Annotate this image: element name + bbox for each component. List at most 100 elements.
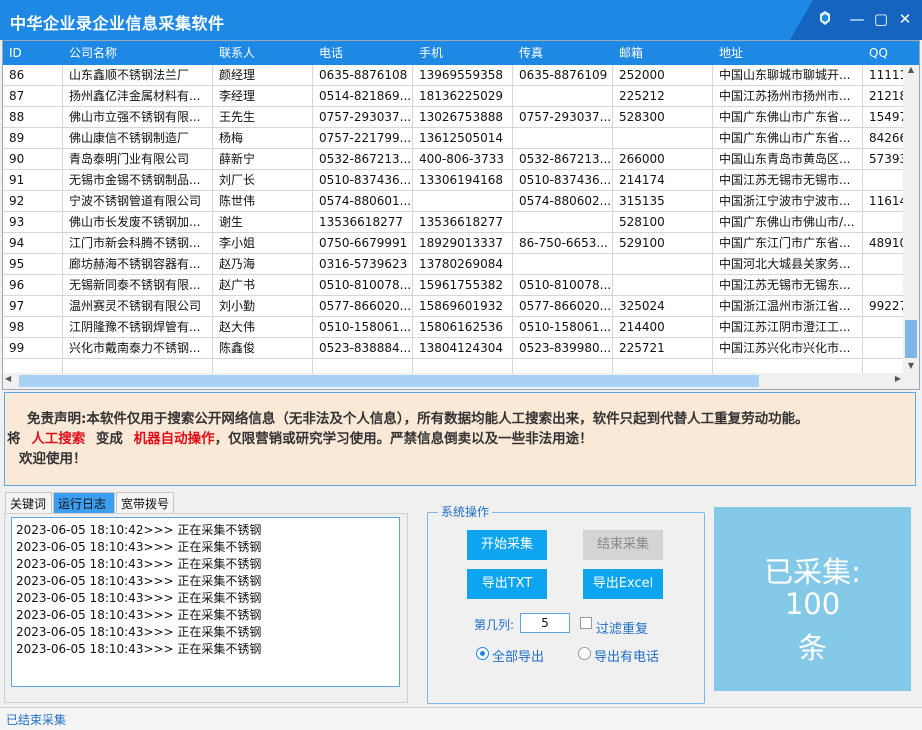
table-row[interactable]: 97 温州赛灵不锈钢有限公司 刘小勤 0577-866020... 1586960193… xyxy=(3,296,907,317)
table-cell: 0514-821869... xyxy=(313,86,413,107)
disclaimer-highlight-manual: 人工搜索 xyxy=(31,431,86,447)
table-cell: 0523-839980... xyxy=(513,338,613,359)
table-cell: 95 xyxy=(3,254,63,275)
disclaimer-panel: 免责声明:本软件仅用于搜索公开网络信息（无非法及个人信息），所有数据均能人工搜索… xyxy=(4,392,916,486)
table-cell: 0510-810078... xyxy=(313,275,413,296)
table-cell: 赵广书 xyxy=(213,275,313,296)
minimize-icon[interactable]: — xyxy=(848,10,866,28)
column-number-input[interactable]: 5 xyxy=(520,613,570,633)
column-header[interactable]: 传真 xyxy=(513,41,613,65)
table-cell: 13612505014 xyxy=(413,128,513,149)
counter-label: 已采集: xyxy=(764,555,861,589)
log-line: 2023-06-05 18:10:43>>> 正在采集不锈钢 xyxy=(16,608,262,622)
table-cell: 0510-158061... xyxy=(313,317,413,338)
table-row[interactable]: 87 扬州鑫亿沣金属材料有... 李经理 0514-821869... 18136225… xyxy=(3,86,907,107)
table-cell: 中国广东江门市广东省... xyxy=(713,233,863,254)
log-line: 2023-06-05 18:10:43>>> 正在采集不锈钢 xyxy=(16,625,262,639)
close-icon[interactable]: ✕ xyxy=(896,10,914,28)
horizontal-scrollbar[interactable]: ◀ ▶ xyxy=(3,373,919,389)
table-row[interactable]: 88 佛山市立强不锈钢有限... 王先生 0757-293037... 13026753… xyxy=(3,107,907,128)
scroll-left-icon[interactable]: ◀ xyxy=(5,374,11,383)
table-cell: 0523-838884... xyxy=(313,338,413,359)
column-header[interactable]: 公司名称 xyxy=(63,41,213,65)
table-cell: 赵乃海 xyxy=(213,254,313,275)
start-collect-button[interactable]: 开始采集 xyxy=(467,530,547,560)
table-row[interactable]: 95 廊坊赫海不锈钢容器有... 赵乃海 0316-5739623 1378026908… xyxy=(3,254,903,275)
dedupe-checkbox[interactable] xyxy=(580,617,592,629)
tab-dialup[interactable]: 宽带拨号 xyxy=(116,492,174,514)
column-header[interactable]: 邮箱 xyxy=(613,41,713,65)
table-cell xyxy=(513,86,613,107)
table-row[interactable]: 89 佛山康信不锈钢制造厂 杨梅 0757-221799... 13612505014 中… xyxy=(3,128,907,149)
column-header[interactable]: 联系人 xyxy=(213,41,313,65)
table-cell: 89 xyxy=(3,128,63,149)
run-log-textarea[interactable]: 2023-06-05 18:10:42>>> 正在采集不锈钢 2023-06-05… xyxy=(11,517,400,687)
column-header[interactable]: 电话 xyxy=(313,41,413,65)
table-row[interactable]: 91 无锡市金锡不锈钢制品... 刘厂长 0510-837436... 13306194… xyxy=(3,170,903,191)
table-cell: 13780269084 xyxy=(413,254,513,275)
tab-run-log[interactable]: 运行日志 xyxy=(53,492,115,514)
table-cell: 13804124304 xyxy=(413,338,513,359)
table-cell: 18929013337 xyxy=(413,233,513,254)
table-cell: 0750-6679991 xyxy=(313,233,413,254)
table-row[interactable]: 93 佛山市长发废不锈钢加... 谢生 13536618277 13536618277 5… xyxy=(3,212,903,233)
table-cell: 13536618277 xyxy=(413,212,513,233)
column-header[interactable]: QQ xyxy=(863,41,919,65)
export-all-radio[interactable] xyxy=(476,647,489,660)
export-txt-button[interactable]: 导出TXT xyxy=(467,569,547,599)
collected-counter: 已采集: 100 条 xyxy=(714,507,911,691)
table-cell xyxy=(513,128,613,149)
table-cell: 528100 xyxy=(613,212,713,233)
table-cell: 薛新宁 xyxy=(213,149,313,170)
disclaimer-line-3: 欢迎使用！ xyxy=(19,451,87,467)
export-excel-button[interactable]: 导出Excel xyxy=(583,569,663,599)
export-phone-radio[interactable] xyxy=(578,647,591,660)
disclaimer-text-a: 将 xyxy=(7,431,21,447)
table-cell: 13026753888 xyxy=(413,107,513,128)
skin-icon[interactable] xyxy=(816,10,834,28)
table-cell: 0635-8876108 xyxy=(313,65,413,86)
table-cell: 温州赛灵不锈钢有限公司 xyxy=(63,296,213,317)
table-cell: 中国河北大城县关家务... xyxy=(713,254,863,275)
vertical-scroll-thumb[interactable] xyxy=(905,320,917,358)
table-cell: 98 xyxy=(3,317,63,338)
vertical-scrollbar[interactable]: ▲ ▼ xyxy=(903,65,919,375)
table-cell: 86 xyxy=(3,65,63,86)
table-row[interactable]: 86 山东鑫顺不锈钢法兰厂 颜经理 0635-8876108 13969559358 06… xyxy=(3,65,907,86)
table-row[interactable]: 92 宁波不锈钢管道有限公司 陈世伟 0574-880601... 0574-88060… xyxy=(3,191,907,212)
stop-collect-button[interactable]: 结束采集 xyxy=(583,530,663,560)
table-cell: 0510-837436... xyxy=(513,170,613,191)
table-cell: 225212 xyxy=(613,86,713,107)
table-cell: 529100 xyxy=(613,233,713,254)
table-cell: 陈世伟 xyxy=(213,191,313,212)
table-row[interactable]: 99 兴化市戴南泰力不锈钢... 陈鑫俊 0523-838884... 13804124… xyxy=(3,338,903,359)
table-cell: 中国广东佛山市广东省... xyxy=(713,107,863,128)
table-row[interactable]: 96 无锡新同泰不锈钢有限... 赵广书 0510-810078... 15961755… xyxy=(3,275,903,296)
table-cell xyxy=(613,254,713,275)
table-cell: 李经理 xyxy=(213,86,313,107)
table-cell: 谢生 xyxy=(213,212,313,233)
table-cell: 中国广东佛山市佛山市/... xyxy=(713,212,863,233)
scroll-right-icon[interactable]: ▶ xyxy=(895,374,901,383)
table-cell: 刘小勤 xyxy=(213,296,313,317)
table-cell: 扬州鑫亿沣金属材料有... xyxy=(63,86,213,107)
column-header[interactable]: ID xyxy=(3,41,63,65)
tab-keywords[interactable]: 关键词 xyxy=(5,492,52,514)
grid-header: ID 公司名称 联系人 电话 手机 传真 邮箱 地址 QQ xyxy=(3,41,919,65)
maximize-icon[interactable]: ▢ xyxy=(872,10,890,28)
table-row[interactable]: 94 江门市新会科腾不锈钢... 李小姐 0750-6679991 1892901333… xyxy=(3,233,907,254)
table-cell: 山东鑫顺不锈钢法兰厂 xyxy=(63,65,213,86)
scroll-up-icon[interactable]: ▲ xyxy=(903,65,919,79)
column-header[interactable]: 地址 xyxy=(713,41,863,65)
log-line: 2023-06-05 18:10:43>>> 正在采集不锈钢 xyxy=(16,540,262,554)
table-cell: 97 xyxy=(3,296,63,317)
results-grid[interactable]: ID 公司名称 联系人 电话 手机 传真 邮箱 地址 QQ 86 山东鑫顺不锈钢法兰厂 颜经理 063… xyxy=(2,40,920,390)
table-cell: 佛山市立强不锈钢有限... xyxy=(63,107,213,128)
table-row[interactable]: 98 江阴隆豫不锈钢焊管有... 赵大伟 0510-158061... 15806162… xyxy=(3,317,903,338)
system-ops-legend: 系统操作 xyxy=(438,503,493,520)
status-bar: 已结束采集 xyxy=(0,707,922,730)
table-row[interactable]: 90 青岛泰明门业有限公司 薛新宁 0532-867213... 400-806-373… xyxy=(3,149,907,170)
column-header[interactable]: 手机 xyxy=(413,41,513,65)
horizontal-scroll-thumb[interactable] xyxy=(19,375,759,387)
log-line: 2023-06-05 18:10:43>>> 正在采集不锈钢 xyxy=(16,557,262,571)
